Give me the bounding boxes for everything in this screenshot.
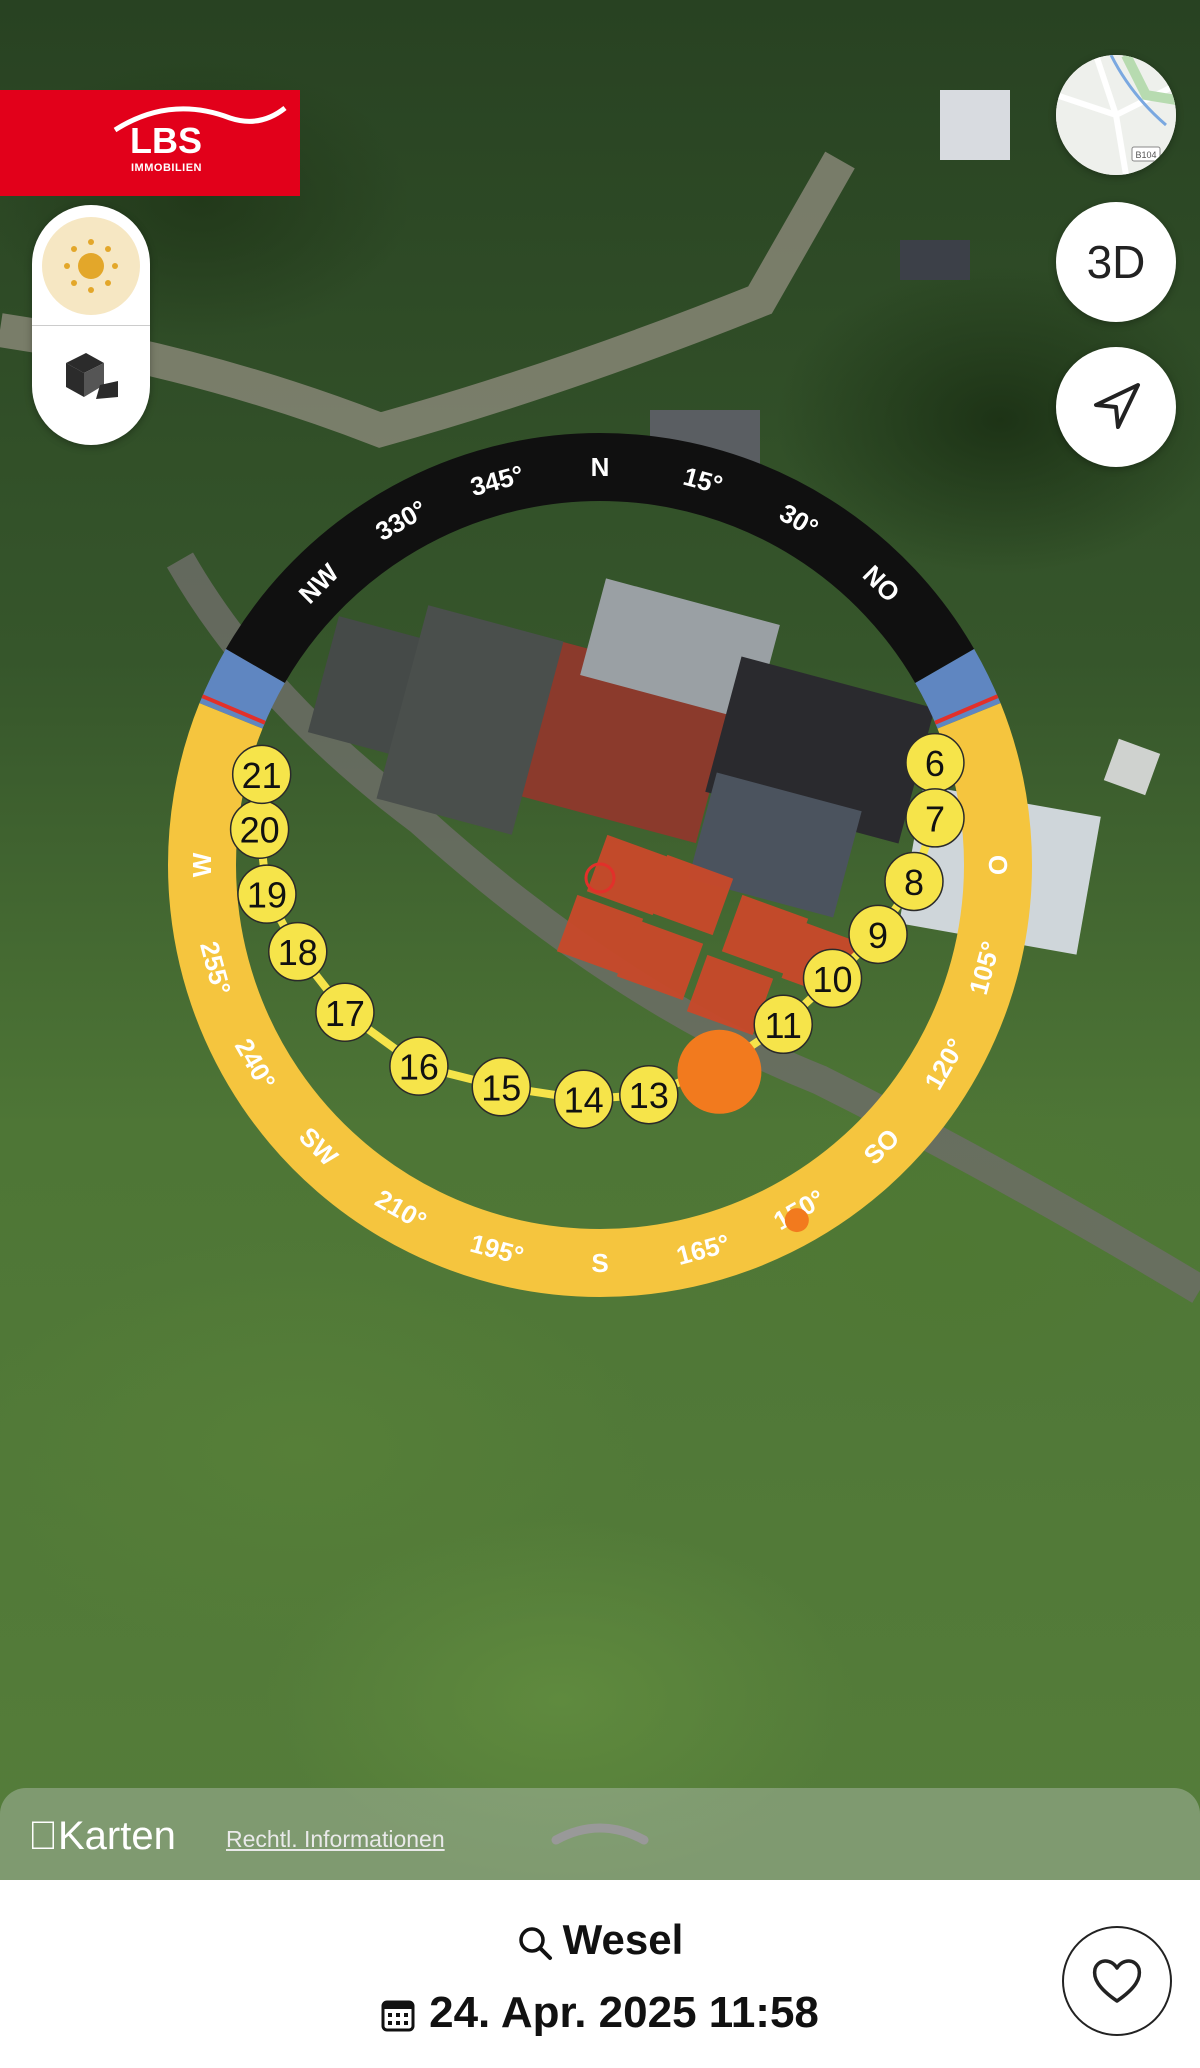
hour-marker-18[interactable]: 18 — [268, 921, 328, 982]
toggle-divider — [32, 325, 150, 326]
apple-icon:  — [28, 1814, 58, 1858]
sun-azimuth-dot — [784, 1208, 809, 1233]
night-arc — [225, 433, 975, 684]
brand-subtitle: IMMOBILIEN — [131, 162, 202, 174]
compass-cardinal-s: S — [591, 1248, 608, 1278]
lbs-logo[interactable]: LBS IMMOBILIEN — [0, 90, 300, 196]
location-arrow-icon — [1094, 383, 1140, 429]
compass-cardinal-n: N — [591, 452, 610, 482]
current-location-button[interactable] — [1056, 347, 1176, 467]
calendar-icon — [381, 2000, 415, 2032]
search-icon — [518, 1927, 552, 1960]
hour-marker-label: 13 — [629, 1075, 669, 1116]
hour-marker-16[interactable]: 16 — [389, 1036, 449, 1096]
hour-marker-21[interactable]: 21 — [231, 744, 292, 805]
favorite-button[interactable] — [1062, 1926, 1172, 2036]
hour-marker-label: 18 — [278, 932, 318, 973]
minimap-road-badge: B104 — [1135, 150, 1156, 160]
hour-marker-label: 16 — [399, 1047, 439, 1088]
sun-mode-button[interactable] — [42, 217, 140, 315]
3d-button[interactable]: 3D — [1056, 202, 1176, 322]
hour-marker-15[interactable]: 15 — [471, 1057, 532, 1117]
hour-marker-label: 11 — [765, 1005, 802, 1046]
hour-marker-20[interactable]: 20 — [229, 799, 290, 859]
hour-marker-label: 21 — [242, 755, 282, 796]
location-target-icon — [584, 862, 616, 894]
hour-marker-label: 8 — [904, 862, 924, 903]
sun-disc — [677, 1029, 762, 1114]
hour-marker-11[interactable]: 11 — [753, 994, 813, 1055]
hour-marker-6[interactable]: 6 — [905, 732, 965, 793]
hour-marker-label: 15 — [481, 1067, 521, 1108]
compass-cardinal-o: O — [983, 855, 1013, 875]
hour-marker-label: 14 — [564, 1080, 604, 1121]
hour-marker-17[interactable]: 17 — [315, 982, 375, 1043]
hour-marker-label: 10 — [812, 959, 852, 1000]
hour-marker-14[interactable]: 14 — [553, 1069, 614, 1129]
sun-icon — [64, 239, 118, 293]
hour-marker-8[interactable]: 8 — [884, 851, 944, 912]
hour-marker-label: 9 — [868, 915, 888, 956]
apple-maps-logo: Karten — [28, 1814, 176, 1858]
view-mode-toggle[interactable] — [32, 205, 150, 445]
cube-icon[interactable] — [60, 345, 122, 407]
brand-name: LBS — [130, 120, 202, 161]
sun-position-icon[interactable] — [677, 1029, 762, 1114]
date-time-picker[interactable]: 24. Apr. 2025 11:58 — [0, 1988, 1200, 2038]
heart-icon — [1092, 1959, 1142, 2003]
location-search[interactable]: Wesel — [0, 1916, 1200, 1964]
chevron-up-icon[interactable] — [550, 1810, 650, 1850]
hour-marker-10[interactable]: 10 — [802, 948, 863, 1009]
daylight-arc — [168, 703, 1032, 1297]
hour-marker-label: 19 — [247, 875, 287, 916]
hour-marker-label: 20 — [240, 810, 280, 851]
hour-marker-label: 17 — [325, 993, 365, 1034]
hour-marker-13[interactable]: 13 — [619, 1064, 679, 1125]
legal-info-link[interactable]: Rechtl. Informationen — [226, 1826, 445, 1853]
minimap-button[interactable]: B104 — [1056, 55, 1176, 175]
hour-marker-7[interactable]: 7 — [905, 788, 965, 848]
location-name: Wesel — [562, 1916, 684, 1963]
sun-compass-dial: NNOOSOSSWWNW15°30°105°120°150°165°195°21… — [168, 433, 1032, 1297]
date-time-value: 24. Apr. 2025 11:58 — [429, 1988, 819, 2037]
bottom-panel: Wesel 24. Apr. 2025 11:58 — [0, 1880, 1200, 2068]
minimap-thumbnail: B104 — [1056, 55, 1176, 175]
hour-marker-9[interactable]: 9 — [848, 904, 908, 965]
hour-marker-label: 6 — [925, 743, 945, 784]
sun-path-line — [255, 762, 940, 1104]
map-attribution-bar: Karten Rechtl. Informationen — [0, 1788, 1200, 1880]
hour-marker-label: 7 — [925, 798, 945, 839]
hour-marker-19[interactable]: 19 — [237, 864, 297, 924]
compass-cardinal-w: W — [187, 852, 217, 877]
